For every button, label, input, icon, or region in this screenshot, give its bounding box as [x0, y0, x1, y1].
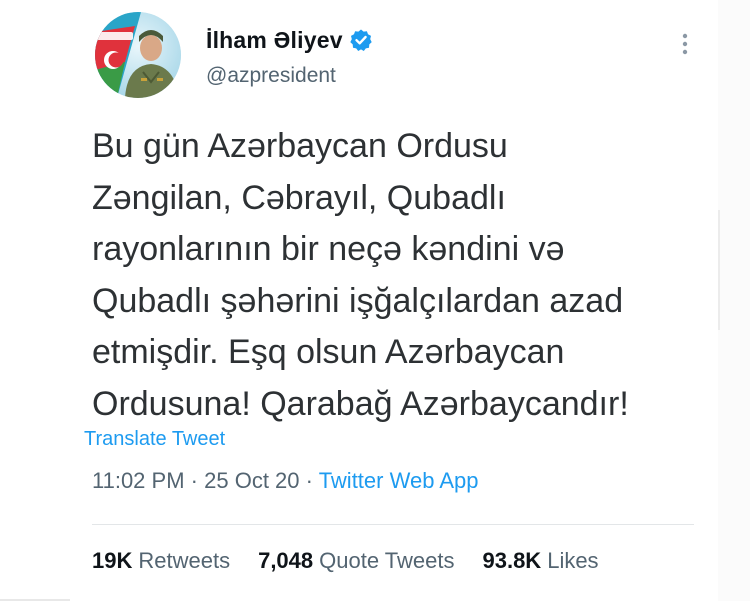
more-options-icon[interactable] — [675, 30, 695, 58]
author-name-row: İlham Əliyev — [206, 22, 373, 58]
tweet-metadata: 11:02 PM · 25 Oct 20 · Twitter Web App — [92, 468, 478, 494]
avatar-image — [95, 12, 181, 98]
likes-stat[interactable]: 93.8K Likes — [482, 548, 598, 574]
meta-separator: · — [190, 468, 198, 493]
tweet-card: İlham Əliyev @azpresident Bu gün Azərbay… — [70, 0, 716, 601]
avatar[interactable] — [95, 12, 181, 98]
stats-divider — [92, 524, 694, 525]
author-display-name[interactable]: İlham Əliyev — [206, 27, 343, 54]
quote-tweets-count: 7,048 — [258, 548, 314, 573]
retweets-label: Retweets — [138, 548, 231, 573]
likes-count: 93.8K — [482, 548, 542, 573]
retweets-count: 19K — [92, 548, 133, 573]
tweet-text-line: Bu gün Azərbaycan Ordusu — [92, 127, 508, 165]
quote-tweets-label: Quote Tweets — [319, 548, 455, 573]
likes-label: Likes — [547, 548, 599, 573]
meta-separator: · — [305, 468, 313, 493]
tweet-text-line: rayonlarının bir neçə kəndini və — [92, 230, 565, 268]
quote-tweets-stat[interactable]: 7,048 Quote Tweets — [258, 548, 454, 574]
tweet-page: İlham Əliyev @azpresident Bu gün Azərbay… — [0, 0, 750, 601]
tweet-time[interactable]: 11:02 PM — [92, 468, 185, 493]
tweet-text-line: Qubadlı şəhərini işğalçılardan azad — [92, 281, 624, 320]
author-handle[interactable]: @azpresident — [206, 64, 336, 88]
tweet-text-line: etmişdir. Eşq olsun Azərbaycan — [92, 333, 565, 371]
tweet-text-line: Ordusuna! Qarabağ Azərbaycandır! — [92, 384, 629, 423]
tweet-source-link[interactable]: Twitter Web App — [319, 468, 479, 493]
right-edge-background — [718, 0, 750, 601]
right-edge-divider — [718, 210, 720, 330]
tweet-text: Bu gün Azərbaycan Ordusu Zəngilan, Cəbra… — [92, 121, 702, 430]
tweet-text-line: Zəngilan, Cəbrayıl, Qubadlı — [92, 178, 506, 217]
translate-tweet-link[interactable]: Translate Tweet — [84, 428, 225, 451]
retweets-stat[interactable]: 19K Retweets — [92, 548, 230, 574]
tweet-stats: 19K Retweets 7,048 Quote Tweets 93.8K Li… — [92, 548, 599, 574]
tweet-date[interactable]: 25 Oct 20 — [204, 468, 299, 493]
verified-badge-icon — [349, 28, 373, 52]
